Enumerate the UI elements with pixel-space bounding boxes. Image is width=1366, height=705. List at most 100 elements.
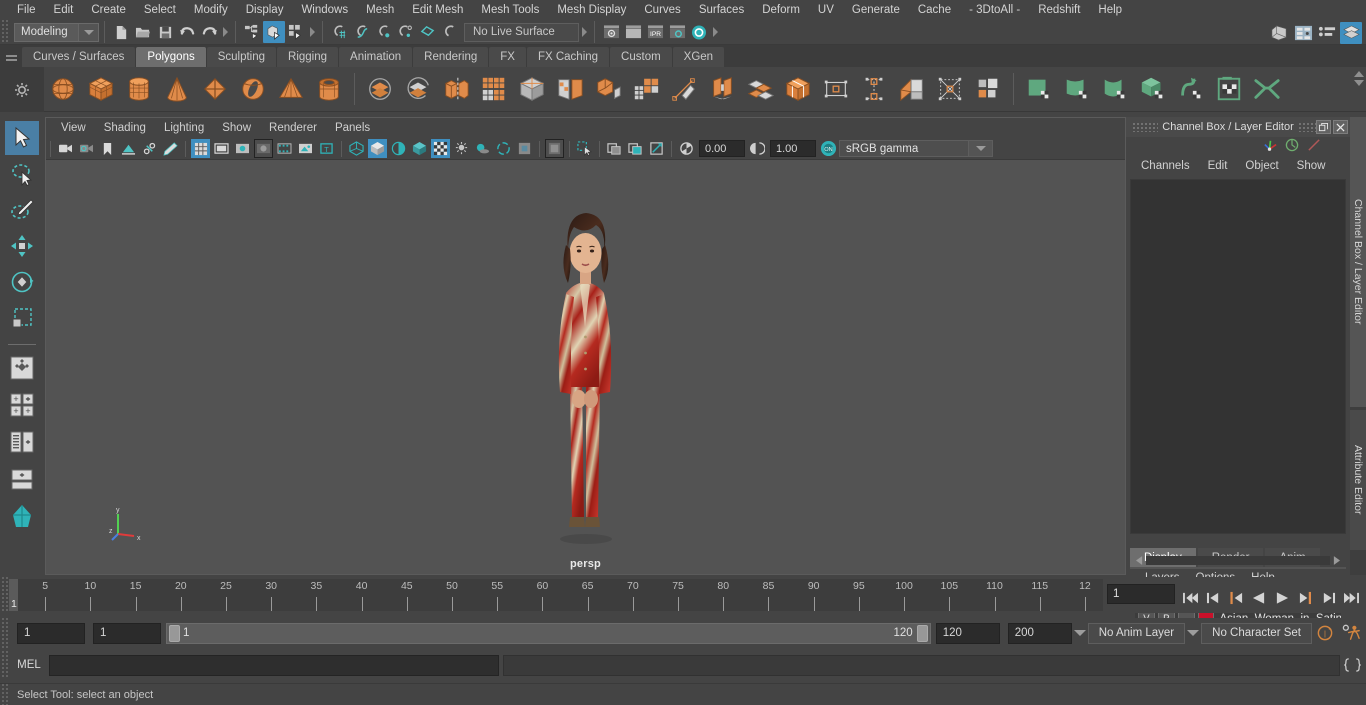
scrollbar-track[interactable] [1146,556,1330,565]
viewport-menu-panels[interactable]: Panels [326,122,379,134]
shelf-tab-custom[interactable]: Custom [610,47,672,67]
shelf-tab-polygons[interactable]: Polygons [136,47,206,67]
shelf-tab-curves-surfaces[interactable]: Curves / Surfaces [22,47,136,67]
range-slider-grip[interactable] [0,618,9,648]
shadows-icon[interactable] [473,139,492,158]
animation-preferences-icon[interactable] [1338,624,1366,642]
shelf-options-button[interactable] [0,67,44,112]
screen-space-ao-icon[interactable] [494,139,513,158]
persp-graph-layout[interactable] [5,499,39,533]
dock-tab-attribute-editor[interactable]: Attribute Editor [1350,410,1366,550]
step-forward-keyframe-icon[interactable] [1317,588,1339,609]
image-plane-icon[interactable] [119,139,138,158]
bevel-icon[interactable] [665,69,703,109]
step-forward-frame-icon[interactable] [1294,588,1316,609]
status-bar-grip[interactable] [0,684,9,705]
color-management-toggle-icon[interactable]: ON [819,139,838,158]
make-live-icon[interactable] [438,21,460,43]
channel-box-menu-channels[interactable]: Channels [1132,160,1199,172]
step-back-keyframe-icon[interactable] [1202,588,1224,609]
combine-icon[interactable] [437,69,475,109]
close-icon[interactable] [1333,120,1348,134]
wireframe-icon[interactable] [347,139,366,158]
time-slider-grip[interactable] [0,577,9,613]
ipr-render-icon[interactable]: IPR [644,21,666,43]
character-model[interactable] [526,187,646,547]
expand-selection-group-icon[interactable] [307,27,317,37]
flat-shade-icon[interactable] [410,139,429,158]
menu-item-edit-mesh[interactable]: Edit Mesh [403,0,472,20]
viewport-menu-renderer[interactable]: Renderer [260,122,326,134]
character-set-select[interactable]: No Character Set [1201,622,1312,644]
uv-cylindrical-icon[interactable] [1058,69,1096,109]
bookmark-icon[interactable] [98,139,117,158]
menu-item-select[interactable]: Select [135,0,185,20]
shaded-wireframe-icon[interactable] [389,139,408,158]
open-scene-icon[interactable] [132,21,154,43]
shelf-tab-xgen[interactable]: XGen [672,47,725,67]
viewport-3d[interactable]: y z x persp [46,160,1125,574]
viewport-menu-view[interactable]: View [52,122,95,134]
shelf-scroll-up-icon[interactable] [1354,71,1364,77]
show-hide-tool-settings-icon[interactable] [1316,22,1338,44]
current-frame-field[interactable]: 1 [1107,584,1175,604]
boolean-difference-icon[interactable] [399,69,437,109]
shelf-scroll-arrows[interactable] [1354,71,1364,86]
step-back-frame-icon[interactable] [1225,588,1247,609]
undo-icon[interactable] [176,21,198,43]
playback-start-time-field[interactable]: 1 [93,622,161,644]
command-line-grip[interactable] [0,651,9,679]
shelf-tab-fx[interactable]: FX [489,47,526,67]
menu-item-uv[interactable]: UV [809,0,843,20]
expand-file-group-icon[interactable] [220,27,230,37]
polygon-cube-icon[interactable] [82,69,120,109]
range-end-handle[interactable] [916,624,928,642]
outliner-persp-layout[interactable] [5,425,39,459]
grid-icon[interactable] [191,139,210,158]
select-by-object-icon[interactable] [263,21,285,43]
channel-box-menu-show[interactable]: Show [1288,160,1335,172]
smooth-icon[interactable] [513,69,551,109]
polygon-pyramid-icon[interactable] [272,69,310,109]
menu-item-modify[interactable]: Modify [185,0,237,20]
multisample-icon[interactable] [545,139,564,158]
separate-icon[interactable] [475,69,513,109]
animation-start-time-field[interactable]: 1 [17,622,85,644]
script-editor-icon[interactable] [1342,655,1362,676]
new-scene-icon[interactable] [110,21,132,43]
boolean-union-icon[interactable] [361,69,399,109]
camera-attributes-icon[interactable] [77,139,96,158]
chevron-down-icon[interactable] [969,140,993,157]
film-origin-icon[interactable] [275,139,294,158]
menu-item-edit[interactable]: Edit [45,0,83,20]
select-camera-icon[interactable] [56,139,75,158]
menu-item-surfaces[interactable]: Surfaces [690,0,753,20]
anim-layer-dropdown-arrow[interactable] [1072,630,1088,636]
render-view-icon[interactable] [600,21,622,43]
target-weld-icon[interactable] [893,69,931,109]
two-d-pan-zoom-icon[interactable] [140,139,159,158]
expand-render-group-icon[interactable] [710,27,720,37]
character-set-dropdown-arrow[interactable] [1185,630,1201,636]
single-perspective-layout[interactable] [5,351,39,385]
channel-box-menu-object[interactable]: Object [1236,160,1287,172]
film-gate-icon[interactable] [212,139,231,158]
menu-item-generate[interactable]: Generate [843,0,909,20]
go-to-start-icon[interactable] [1179,588,1201,609]
xray-icon[interactable] [605,139,624,158]
multi-cut-icon[interactable] [627,69,665,109]
rotate-tool[interactable] [5,265,39,299]
select-by-hierarchy-icon[interactable] [241,21,263,43]
polygon-cone-icon[interactable] [158,69,196,109]
viewport-menu-show[interactable]: Show [213,122,260,134]
snap-to-view-plane-icon[interactable] [416,21,438,43]
mirror-geometry-icon[interactable] [551,69,589,109]
menu-item-deform[interactable]: Deform [753,0,809,20]
shelf-tab-rendering[interactable]: Rendering [413,47,489,67]
panel-drag-grip[interactable] [1132,122,1158,132]
viewport-menu-shading[interactable]: Shading [95,122,155,134]
poke-face-icon[interactable] [931,69,969,109]
range-start-handle[interactable] [169,624,180,642]
bridge-icon[interactable] [703,69,741,109]
save-scene-icon[interactable] [154,21,176,43]
